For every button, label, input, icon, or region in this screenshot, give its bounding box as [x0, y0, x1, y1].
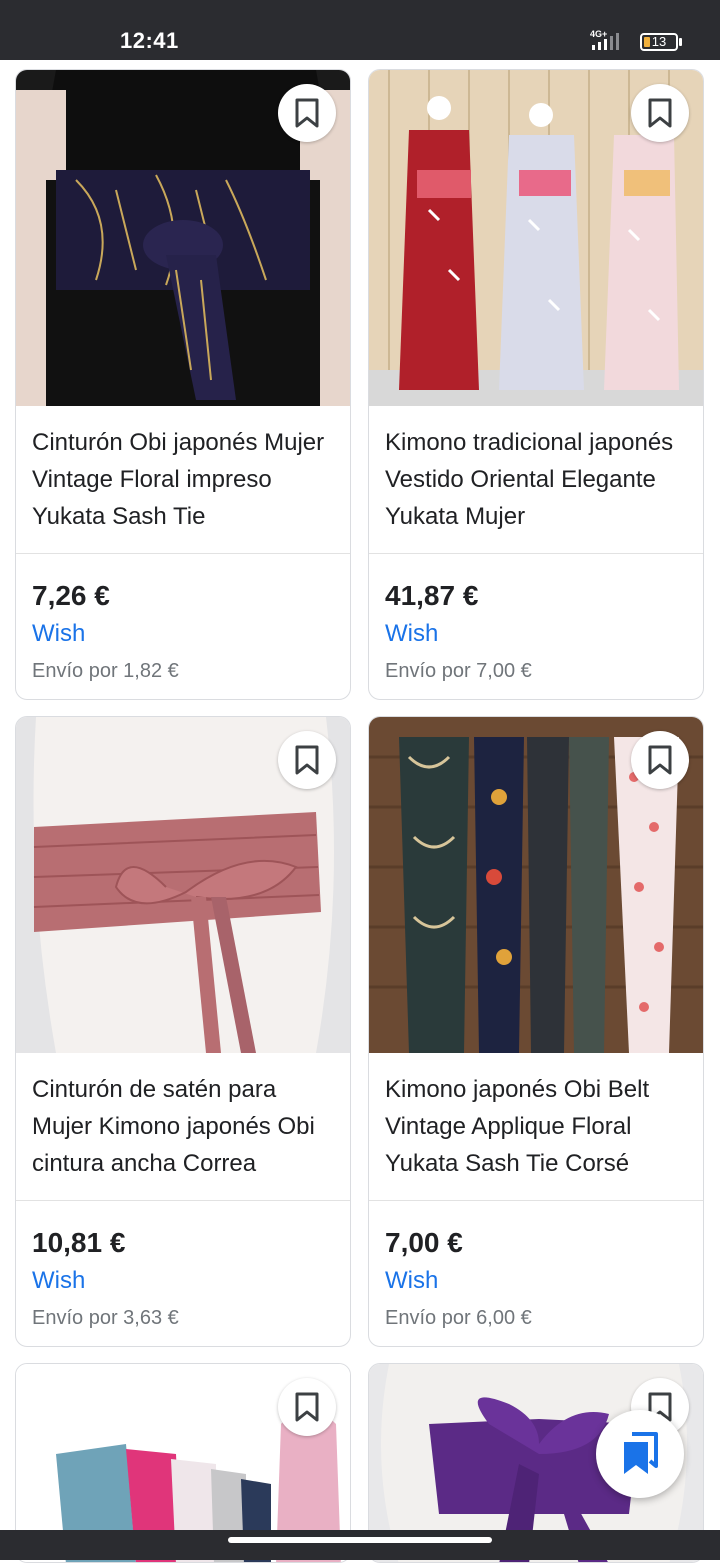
- bookmark-button[interactable]: [631, 84, 689, 142]
- product-title-area: Kimono tradicional japonés Vestido Orien…: [369, 406, 703, 554]
- product-title[interactable]: Kimono japonés Obi Belt Vintage Applique…: [385, 1071, 695, 1182]
- merchant-link[interactable]: Wish: [32, 1267, 85, 1295]
- merchant-link[interactable]: Wish: [32, 620, 85, 648]
- product-title[interactable]: Cinturón de satén para Mujer Kimono japo…: [32, 1071, 342, 1182]
- product-card[interactable]: Kimono tradicional japonés Vestido Orien…: [368, 69, 704, 700]
- home-gesture-handle[interactable]: [228, 1537, 492, 1543]
- product-title-area: Cinturón Obi japonés Mujer Vintage Flora…: [16, 406, 350, 554]
- product-title[interactable]: Kimono tradicional japonés Vestido Orien…: [385, 424, 695, 535]
- system-navigation-bar: [0, 1530, 720, 1560]
- product-card[interactable]: Cinturón de satén para Mujer Kimono japo…: [15, 716, 351, 1347]
- product-title-area: Cinturón de satén para Mujer Kimono japo…: [16, 1053, 350, 1201]
- bookmark-button[interactable]: [278, 731, 336, 789]
- product-price: 41,87 €: [385, 580, 479, 611]
- shipping-cost: Envío por 3,63 €: [32, 1307, 179, 1329]
- bookmark-outline-icon: [295, 745, 319, 775]
- bookmark-button[interactable]: [278, 84, 336, 142]
- status-time: 12:41: [120, 28, 179, 53]
- shipping-cost: Envío por 6,00 €: [385, 1307, 532, 1329]
- merchant-link[interactable]: Wish: [385, 1267, 438, 1295]
- network-type-label: 4G+: [590, 29, 607, 39]
- shipping-cost: Envío por 7,00 €: [385, 660, 532, 682]
- product-price: 7,00 €: [385, 1227, 463, 1258]
- bookmark-button[interactable]: [631, 731, 689, 789]
- status-bar: 12:41 4G+ 13: [0, 0, 720, 60]
- product-price: 7,26 €: [32, 580, 110, 611]
- product-card[interactable]: Kimono japonés Obi Belt Vintage Applique…: [368, 716, 704, 1347]
- saved-collections-icon: [624, 1432, 658, 1474]
- saved-collections-button[interactable]: [596, 1410, 684, 1498]
- battery-icon: 13: [640, 33, 678, 51]
- battery-percent: 13: [651, 34, 667, 49]
- cellular-signal-icon: 4G+: [590, 29, 619, 50]
- product-title[interactable]: Cinturón Obi japonés Mujer Vintage Flora…: [32, 424, 342, 535]
- bookmark-outline-icon: [648, 98, 672, 128]
- product-title-area: Kimono japonés Obi Belt Vintage Applique…: [369, 1053, 703, 1201]
- shipping-cost: Envío por 1,82 €: [32, 660, 179, 682]
- product-price: 10,81 €: [32, 1227, 126, 1258]
- bookmark-outline-icon: [295, 98, 319, 128]
- bookmark-button[interactable]: [278, 1378, 336, 1436]
- bookmark-outline-icon: [648, 745, 672, 775]
- merchant-link[interactable]: Wish: [385, 620, 438, 648]
- product-card[interactable]: Cinturón Obi japonés Mujer Vintage Flora…: [15, 69, 351, 700]
- bookmark-outline-icon: [295, 1392, 319, 1422]
